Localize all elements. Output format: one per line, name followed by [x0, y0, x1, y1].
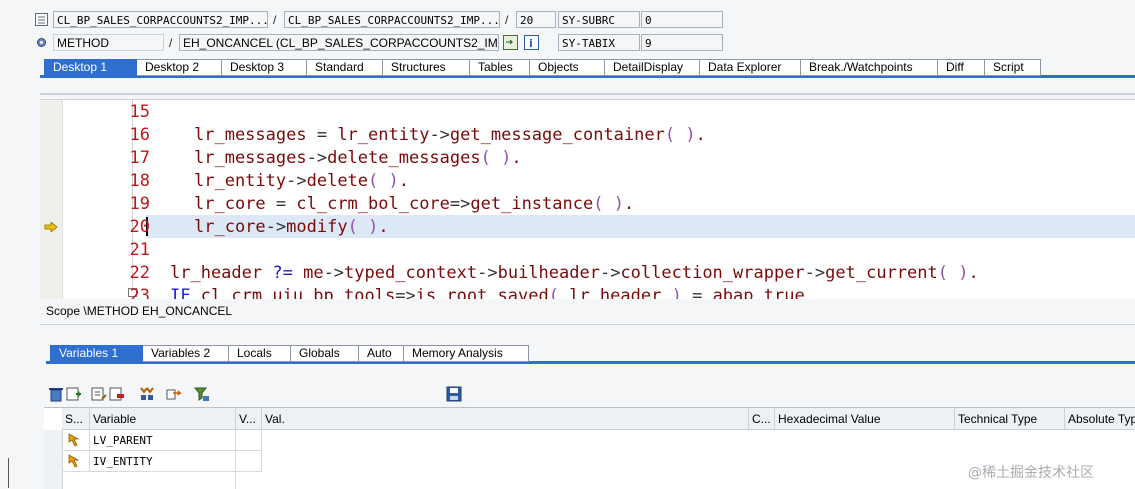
separator: /	[169, 36, 173, 50]
block-name-field[interactable]: EH_ONCANCEL (CL_BP_SALES_CORPACCOUNTS2_I…	[179, 34, 499, 51]
code-line: IF cl_crm_uiu_bp_tools=>is_root_saved( l…	[170, 286, 805, 299]
line-number: 15	[129, 102, 150, 122]
line-number: 22	[129, 263, 150, 283]
col-header-absolute-type[interactable]: Absolute Typ	[1065, 408, 1135, 430]
tab-desktop-1[interactable]: Desktop 1	[44, 59, 137, 76]
line-number: 18	[129, 171, 150, 191]
separator: /	[505, 13, 509, 27]
svg-text:i: i	[529, 37, 533, 50]
block-type-field[interactable]: METHOD	[53, 34, 164, 51]
line-number: 20	[129, 217, 150, 237]
transfer-icon[interactable]	[166, 386, 182, 402]
info-icon[interactable]: i	[524, 35, 539, 50]
col-header-variable[interactable]: Variable	[90, 408, 236, 430]
expand-all-icon[interactable]	[139, 386, 155, 402]
row-selector-column	[44, 430, 63, 489]
table-row-status	[62, 430, 90, 451]
col-header-value[interactable]: Val.	[262, 408, 749, 430]
tab-globals[interactable]: Globals	[291, 345, 359, 362]
table-row-empty	[90, 472, 236, 489]
sysvar-subrc-name[interactable]: SY-SUBRC	[558, 11, 640, 28]
program-icon	[35, 13, 48, 26]
editor-top-divider	[40, 93, 1135, 95]
tab-standard[interactable]: Standard	[307, 59, 383, 76]
tab-variables-2[interactable]: Variables 2	[143, 345, 229, 362]
source-editor[interactable]: 15 16 17 18 19 20 21 22 23 lr_messages =…	[40, 99, 1135, 299]
col-header-c[interactable]: C...	[749, 408, 775, 430]
tab-breakpoints[interactable]: Break./Watchpoints	[801, 59, 938, 76]
code-line: lr_entity->delete( ).	[194, 171, 410, 191]
method-gear-icon	[35, 36, 48, 49]
sysvar-subrc-value[interactable]: 0	[641, 11, 723, 28]
line-number: 21	[129, 240, 150, 260]
watermark: @稀土掘金技术社区	[968, 465, 1094, 481]
navigate-icon[interactable]	[503, 35, 518, 50]
remove-row-icon[interactable]	[109, 386, 125, 402]
code-line: lr_messages = lr_entity->get_message_con…	[194, 125, 706, 145]
tab-detail-display[interactable]: DetailDisplay	[605, 59, 700, 76]
code-line: lr_core = cl_crm_bol_core=>get_instance(…	[194, 194, 635, 214]
filter-icon[interactable]	[193, 386, 210, 402]
tab-script[interactable]: Script	[985, 59, 1041, 76]
execution-arrow-icon	[44, 221, 58, 233]
include-field[interactable]: CL_BP_SALES_CORPACCOUNTS2_IMP...	[284, 11, 500, 28]
sysvar-tabix-name[interactable]: SY-TABIX	[558, 34, 640, 51]
code-line: lr_core->modify( ).	[194, 217, 389, 237]
tab-tables[interactable]: Tables	[470, 59, 530, 76]
desktop-tabs: Desktop 1 Desktop 2 Desktop 3 Standard S…	[44, 59, 1041, 76]
save-icon[interactable]	[446, 386, 462, 402]
sysvar-tabix-value[interactable]: 9	[641, 34, 723, 51]
edit-row-icon[interactable]	[91, 386, 107, 402]
tab-data-explorer[interactable]: Data Explorer	[700, 59, 801, 76]
variable-type-icon	[68, 454, 80, 468]
col-header-hex-value[interactable]: Hexadecimal Value	[775, 408, 955, 430]
tab-structures[interactable]: Structures	[383, 59, 470, 76]
line-number: 23	[129, 286, 150, 299]
col-header-status[interactable]: S...	[62, 408, 90, 430]
line-number: 19	[129, 194, 150, 214]
table-row-variable[interactable]: IV_ENTITY	[90, 451, 236, 472]
window-edge	[8, 458, 9, 488]
tab-variables-1[interactable]: Variables 1	[50, 345, 143, 362]
tab-auto[interactable]: Auto	[359, 345, 404, 362]
code-line: lr_messages->delete_messages( ).	[194, 148, 522, 168]
delete-icon[interactable]	[48, 386, 64, 402]
line-number: 17	[129, 148, 150, 168]
tab-memory-analysis[interactable]: Memory Analysis	[404, 345, 529, 362]
table-row-status	[62, 451, 90, 472]
col-header-technical-type[interactable]: Technical Type	[955, 408, 1065, 430]
variable-type-icon	[68, 433, 80, 447]
tab-desktop-3[interactable]: Desktop 3	[222, 59, 307, 76]
col-header-v[interactable]: V...	[236, 408, 262, 430]
tab-diff[interactable]: Diff	[938, 59, 985, 76]
line-field[interactable]: 20	[516, 11, 556, 28]
program-field[interactable]: CL_BP_SALES_CORPACCOUNTS2_IMP...	[53, 11, 268, 28]
tab-desktop-2[interactable]: Desktop 2	[137, 59, 222, 76]
scope-label: Scope \METHOD EH_ONCANCEL	[46, 304, 233, 318]
table-row-variable[interactable]: LV_PARENT	[90, 430, 236, 451]
insert-row-icon[interactable]	[66, 386, 82, 402]
table-row-v	[236, 451, 262, 472]
tab-objects[interactable]: Objects	[530, 59, 605, 76]
tab-locals[interactable]: Locals	[229, 345, 291, 362]
scope-divider	[40, 324, 1135, 325]
variable-tabs: Variables 1 Variables 2 Locals Globals A…	[50, 345, 529, 362]
table-row-v	[236, 430, 262, 451]
line-number: 16	[129, 125, 150, 145]
breakpoint-gutter[interactable]	[40, 100, 63, 299]
separator: /	[273, 13, 277, 27]
code-line: lr_header ?= me->typed_context->builhead…	[170, 263, 979, 283]
